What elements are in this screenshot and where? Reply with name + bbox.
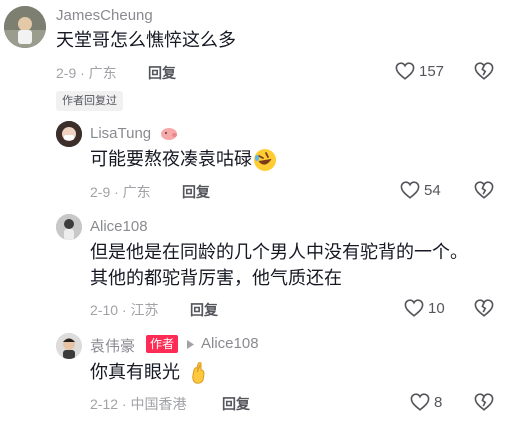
comment-meta: 2-12 · 中国香港 bbox=[90, 396, 187, 412]
heart-icon bbox=[410, 393, 430, 411]
like-count: 8 bbox=[434, 393, 443, 411]
heart-icon bbox=[395, 62, 415, 80]
comment-text-line-2: 其他的都驼背厉害，他气质还在 bbox=[90, 268, 342, 288]
reply-to-username[interactable]: Alice108 bbox=[201, 335, 259, 352]
comment-meta: 2-9 · 广东 bbox=[56, 65, 117, 81]
heart-icon bbox=[404, 299, 424, 317]
reply-arrow-icon bbox=[186, 339, 195, 350]
reply-button[interactable]: 回复 bbox=[148, 63, 176, 83]
like-button[interactable]: 8 bbox=[410, 393, 442, 411]
dislike-button[interactable] bbox=[474, 299, 494, 317]
comment-text: 可能要熬夜凑袁咕碌 bbox=[90, 149, 252, 169]
broken-heart-icon bbox=[474, 181, 494, 199]
like-button[interactable]: 10 bbox=[404, 299, 445, 317]
comment-username[interactable]: JamesCheung bbox=[56, 7, 153, 24]
broken-heart-icon bbox=[474, 299, 494, 317]
comment-meta: 2-9 · 广东 bbox=[90, 184, 151, 200]
avatar[interactable] bbox=[56, 333, 82, 359]
reply-button[interactable]: 回复 bbox=[182, 182, 210, 202]
dislike-button[interactable] bbox=[474, 62, 494, 80]
avatar[interactable] bbox=[56, 214, 82, 240]
like-button[interactable]: 54 bbox=[400, 181, 441, 199]
dislike-button[interactable] bbox=[474, 393, 494, 411]
crossed-fingers-emoji-icon bbox=[188, 361, 210, 385]
avatar[interactable] bbox=[56, 121, 82, 147]
comment-meta: 2-10 · 江苏 bbox=[90, 302, 159, 318]
rolling-laughing-emoji-icon bbox=[253, 148, 277, 172]
comment-text: 天堂哥怎么憔悴这么多 bbox=[56, 30, 236, 50]
comment-username[interactable]: 袁伟豪 bbox=[90, 335, 135, 356]
comment-text: 你真有眼光 bbox=[90, 362, 180, 382]
avatar[interactable] bbox=[4, 6, 46, 48]
reply-button[interactable]: 回复 bbox=[222, 394, 250, 414]
comment-text-line-1: 但是他是在同龄的几个男人中没有驼背的一个。 bbox=[90, 242, 468, 262]
avatar-photo bbox=[56, 121, 82, 147]
author-replied-badge: 作者回复过 bbox=[56, 91, 123, 111]
broken-heart-icon bbox=[474, 62, 494, 80]
dislike-button[interactable] bbox=[474, 181, 494, 199]
like-count: 10 bbox=[428, 299, 445, 317]
avatar-photo bbox=[56, 333, 82, 359]
broken-heart-icon bbox=[474, 393, 494, 411]
comment-username[interactable]: LisaTung bbox=[90, 125, 151, 142]
avatar-photo bbox=[4, 6, 46, 48]
avatar-photo bbox=[56, 214, 82, 240]
pig-emoji-icon bbox=[160, 127, 178, 141]
heart-icon bbox=[400, 181, 420, 199]
comment-username[interactable]: Alice108 bbox=[90, 218, 148, 235]
like-count: 54 bbox=[424, 181, 441, 199]
like-count: 157 bbox=[419, 62, 445, 80]
author-tag: 作者 bbox=[146, 335, 179, 353]
reply-button[interactable]: 回复 bbox=[190, 300, 218, 320]
like-button[interactable]: 157 bbox=[395, 62, 444, 80]
